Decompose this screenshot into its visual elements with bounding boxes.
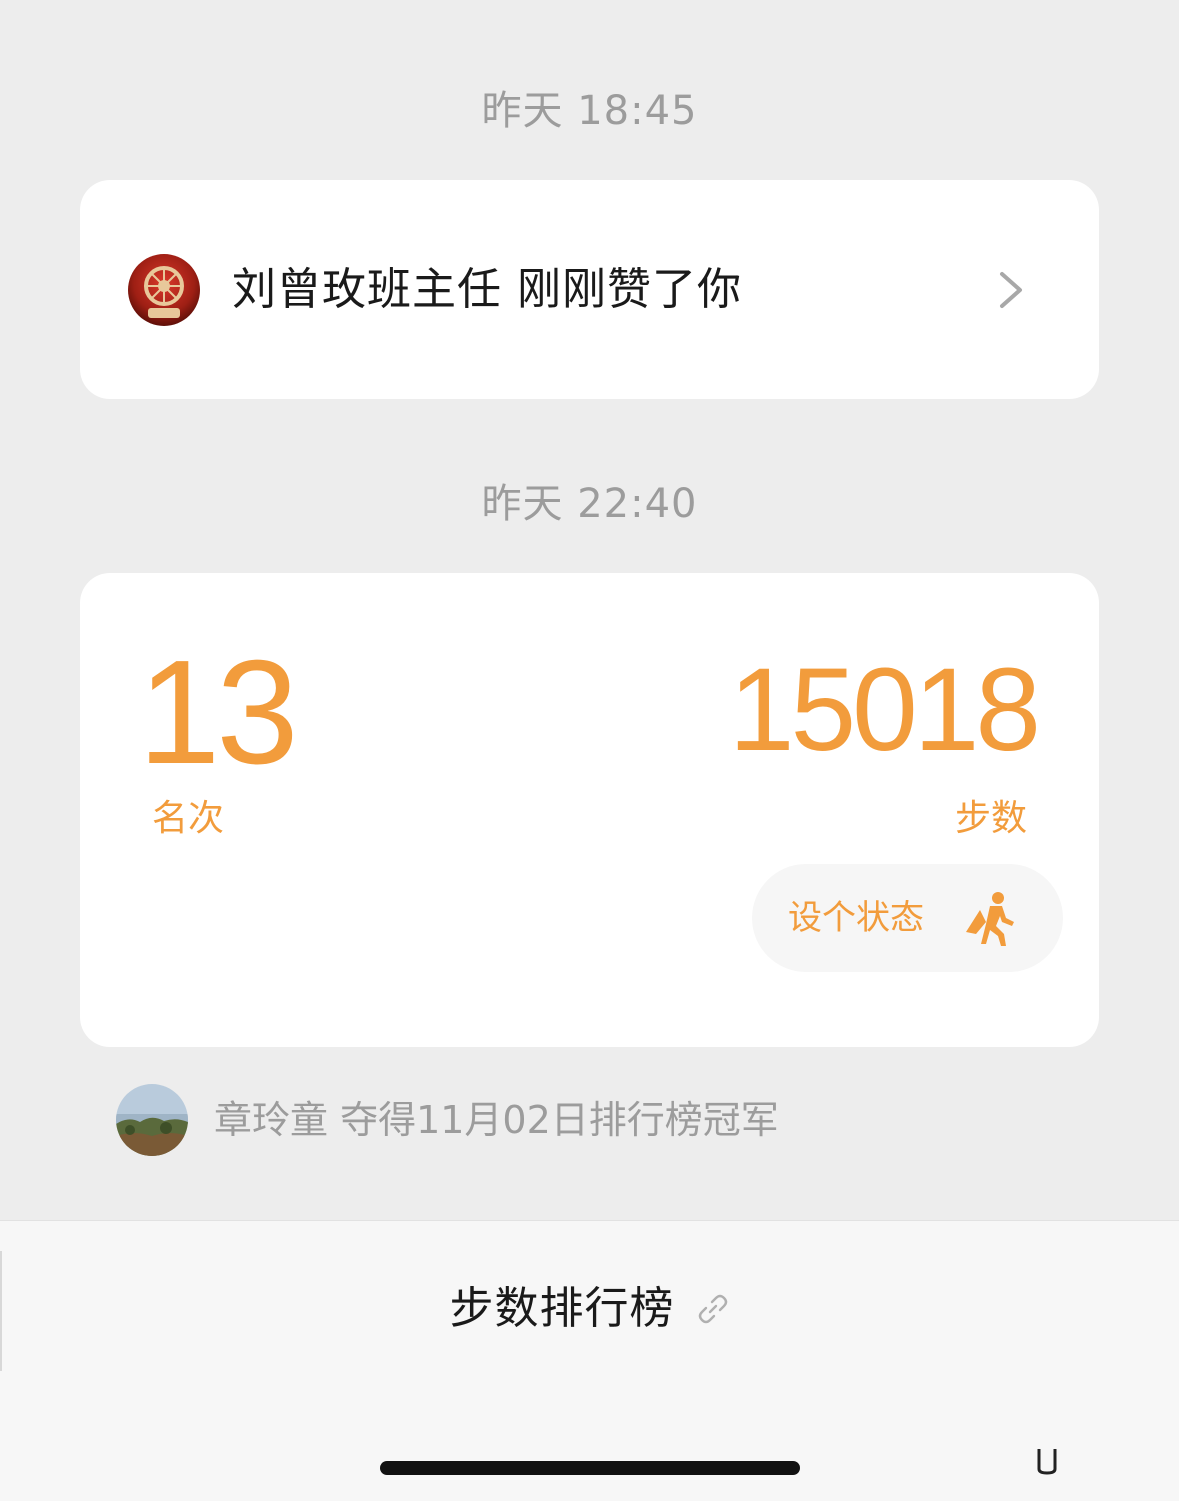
set-status-button[interactable]: 设个状态 xyxy=(752,864,1063,972)
home-indicator[interactable] xyxy=(380,1461,800,1475)
step-leaderboard-link[interactable]: 步数排行榜 xyxy=(0,1281,1179,1337)
liker-avatar[interactable] xyxy=(128,254,200,326)
champion-notice: 章玲童 夺得11月02日排行榜冠军 xyxy=(116,1084,1016,1156)
champion-text: 章玲童 夺得11月02日排行榜冠军 xyxy=(214,1098,779,1142)
step-stats-card[interactable]: 13 名次 15018 步数 设个状态 xyxy=(80,573,1099,1047)
timestamp-1: 昨天 18:45 xyxy=(481,88,698,134)
champion-avatar[interactable] xyxy=(116,1084,188,1156)
timestamp-2: 昨天 22:40 xyxy=(481,481,698,527)
walking-person-icon xyxy=(960,888,1022,950)
rank-value: 13 xyxy=(138,630,299,795)
set-status-label: 设个状态 xyxy=(788,898,924,938)
like-notification-card[interactable]: 刘曾玫班主任 刚刚赞了你 xyxy=(80,180,1099,399)
steps-value: 15018 xyxy=(728,644,1041,776)
chevron-right-icon[interactable] xyxy=(992,268,1028,312)
corner-mark-icon xyxy=(1036,1447,1058,1475)
like-notification-text: 刘曾玫班主任 刚刚赞了你 xyxy=(232,264,742,315)
bottom-bar: 步数排行榜 xyxy=(0,1220,1179,1501)
rank-label: 名次 xyxy=(152,798,225,839)
link-icon xyxy=(696,1292,730,1326)
step-leaderboard-title[interactable]: 步数排行榜 xyxy=(449,1281,674,1337)
steps-label: 步数 xyxy=(954,798,1027,839)
